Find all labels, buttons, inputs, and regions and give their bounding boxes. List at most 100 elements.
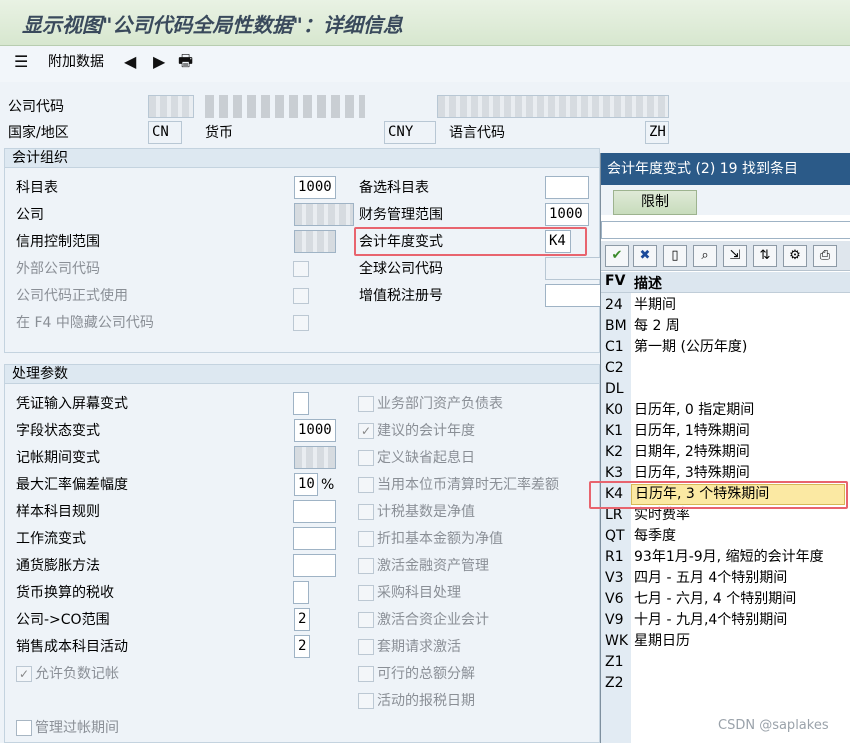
print-icon[interactable]: 🖶 [178,51,193,71]
manage-posting-periods-label: 管理过帐期间 [35,720,119,736]
doc-entry-screen-field[interactable] [293,392,309,415]
chart-of-accounts-field[interactable]: 1000 [294,176,336,199]
city-field [437,95,669,118]
propose-fiscal-year-checkbox[interactable]: ✓ [358,423,374,439]
company-name-text [205,95,365,118]
discount-base-net-label: 折扣基本金额为净值 [377,531,503,547]
settings-icon[interactable]: ⚙ [783,245,807,267]
tax-currency-conv-field[interactable] [293,581,309,604]
list-item[interactable]: V6 七月 - 六月, 4 个特别期间 [601,589,850,610]
window-title: 显示视图"公司代码全局性数据"：详细信息 [22,13,403,37]
no-fx-diff-checkbox[interactable] [358,477,374,493]
list-item[interactable]: C2 [601,358,850,379]
company-label: 公司 [16,207,44,223]
tax-currency-conv-label: 货币换算的税收 [16,585,114,601]
hedge-request-label: 套期请求激活 [377,639,461,655]
fm-area-label: 财务管理范围 [359,207,443,223]
company-code-label: 公司代码 [8,99,64,115]
allow-negative-postings-label: 允许负数记帐 [35,666,119,682]
col-fv-header[interactable]: FV [605,273,625,289]
confirm-icon[interactable]: ✔ [605,245,629,267]
credit-control-label: 信用控制范围 [16,234,100,250]
processing-title: 处理参数 [4,364,600,384]
list-item[interactable]: K0 日历年, 0 指定期间 [601,400,850,421]
list-item[interactable]: C1 第一期 (公历年度) [601,337,850,358]
tax-reporting-date-label: 活动的报税日期 [377,693,475,709]
discount-base-net-checkbox[interactable] [358,531,374,547]
credit-control-field[interactable] [294,230,336,253]
list-item[interactable]: WK 星期日历 [601,631,850,652]
propose-fiscal-year-label: 建议的会计年度 [377,423,475,439]
purchase-account-label: 采购科目处理 [377,585,461,601]
additional-data-button[interactable]: 附加数据 [48,52,104,72]
company-code-productive-checkbox[interactable] [293,288,309,304]
find-next-icon[interactable]: ⇲ [723,245,747,267]
tax-reporting-date-checkbox[interactable] [358,693,374,709]
alt-chart-field[interactable] [545,176,589,199]
financial-assets-mgmt-checkbox[interactable] [358,558,374,574]
default-value-date-checkbox[interactable] [358,450,374,466]
manage-posting-periods-checkbox[interactable] [16,720,32,736]
list-item[interactable]: QT 每季度 [601,526,850,547]
list-item[interactable]: V9 十月 - 九月,4个特别期间 [601,610,850,631]
list-item[interactable]: DL [601,379,850,400]
list-item[interactable]: V3 四月 - 五月 4个特别期间 [601,568,850,589]
joint-venture-label: 激活合资企业会计 [377,612,489,628]
sample-acct-rules-field[interactable] [293,500,336,523]
language-label: 语言代码 [449,125,505,141]
company-field[interactable] [294,203,354,226]
find-icon[interactable]: ⌕ [693,245,717,267]
list-item[interactable]: R1 93年1月-9月, 缩短的会计年度 [601,547,850,568]
purchase-account-checkbox[interactable] [358,585,374,601]
inflation-method-field[interactable] [293,554,336,577]
vat-registration-field[interactable] [545,284,601,307]
max-exchange-dev-field[interactable]: 10 [294,473,318,496]
no-fx-diff-label: 当用本位币清算时无汇率差额 [377,477,559,493]
tax-base-net-checkbox[interactable] [358,504,374,520]
company-co-area-field[interactable]: 2 [294,608,310,631]
joint-venture-checkbox[interactable] [358,612,374,628]
previous-arrow-icon[interactable]: ◀ [124,52,136,72]
business-area-bs-label: 业务部门资产负债表 [377,396,503,412]
percent-unit: % [321,477,335,493]
list-item[interactable]: BM 每 2 周 [601,316,850,337]
posting-period-field[interactable] [294,446,336,469]
list-item[interactable]: Z1 [601,652,850,673]
hedge-request-checkbox[interactable] [358,639,374,655]
col-desc-header[interactable]: 描述 [634,273,662,293]
workflow-variant-field[interactable] [293,527,336,550]
cogs-activity-field[interactable]: 2 [294,635,310,658]
popup-selection-bar[interactable] [601,221,850,239]
financial-assets-mgmt-label: 激活金融资产管理 [377,558,489,574]
external-company-code-label: 外部公司代码 [16,261,100,277]
tab-restrictions[interactable]: 限制 [613,190,697,215]
gross-split-label: 可行的总额分解 [377,666,475,682]
sort-icon[interactable]: ⇅ [753,245,777,267]
list-item[interactable]: K2 日期年, 2特殊期间 [601,442,850,463]
field-status-field[interactable]: 1000 [294,419,336,442]
menu-icon[interactable]: ☰ [14,52,28,72]
print-list-icon[interactable]: ⎙ [813,245,837,267]
hide-company-code-f4-label: 在 F4 中隐藏公司代码 [16,315,154,331]
external-company-code-checkbox[interactable] [293,261,309,277]
cancel-icon[interactable]: ✖ [633,245,657,267]
list-item[interactable]: Z2 [601,673,850,694]
default-value-date-label: 定义缺省起息日 [377,450,475,466]
hide-company-code-f4-checkbox[interactable] [293,315,309,331]
list-item[interactable]: 24 半期间 [601,295,850,316]
sample-acct-rules-label: 样本科目规则 [16,504,100,520]
allow-negative-postings-checkbox[interactable]: ✓ [16,666,32,682]
country-label: 国家/地区 [8,125,69,141]
popup-column-header: FV 描述 [601,272,850,293]
next-arrow-icon[interactable]: ▶ [153,52,165,72]
fm-area-field[interactable]: 1000 [545,203,589,226]
global-company-code-field [545,257,601,280]
cogs-activity-label: 销售成本科目活动 [16,639,128,655]
company-code-field [148,95,194,118]
inflation-method-label: 通货膨胀方法 [16,558,100,574]
k4-row-highlight [589,481,848,509]
list-item[interactable]: K1 日历年, 1特殊期间 [601,421,850,442]
business-area-bs-checkbox[interactable] [358,396,374,412]
new-document-icon[interactable]: ▯ [663,245,687,267]
gross-split-checkbox[interactable] [358,666,374,682]
